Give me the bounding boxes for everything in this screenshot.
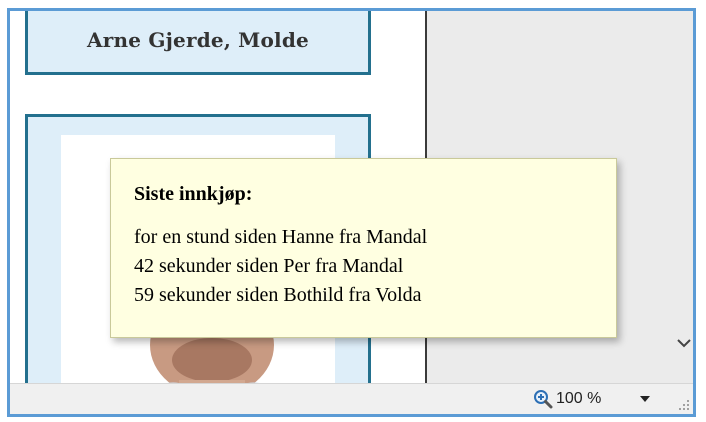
recent-purchases-list: for en stund siden Hanne fra Mandal 42 s… [134,223,427,310]
zoom-dropdown-button[interactable] [638,392,652,406]
recent-purchases-tooltip: Siste innkjøp: for en stund siden Hanne … [110,158,617,338]
list-item: for en stund siden Hanne fra Mandal [134,226,428,248]
tooltip-title: Siste innkjøp: [134,183,253,205]
vertical-scrollbar[interactable] [675,11,693,383]
caret-down-icon [640,396,650,402]
status-bar: 100 % [10,383,693,414]
chevron-down-icon [677,339,691,348]
list-item: 42 sekunder siden Per fra Mandal [134,255,404,277]
browser-window: Arne Gjerde, Molde Siste innkjøp: for en… [7,8,696,417]
zoom-control[interactable]: 100 % [533,388,601,410]
zoom-level: 100 % [556,390,602,407]
seller-name-card[interactable]: Arne Gjerde, Molde [25,11,371,75]
list-item: 59 sekunder siden Bothild fra Volda [134,284,422,306]
resize-grip-icon[interactable] [677,398,691,412]
scroll-down-button[interactable] [675,331,693,355]
seller-name: Arne Gjerde, Molde [87,28,309,52]
zoom-in-magnifier-icon [534,390,553,409]
page-viewport: Arne Gjerde, Molde Siste innkjøp: for en… [10,11,693,383]
